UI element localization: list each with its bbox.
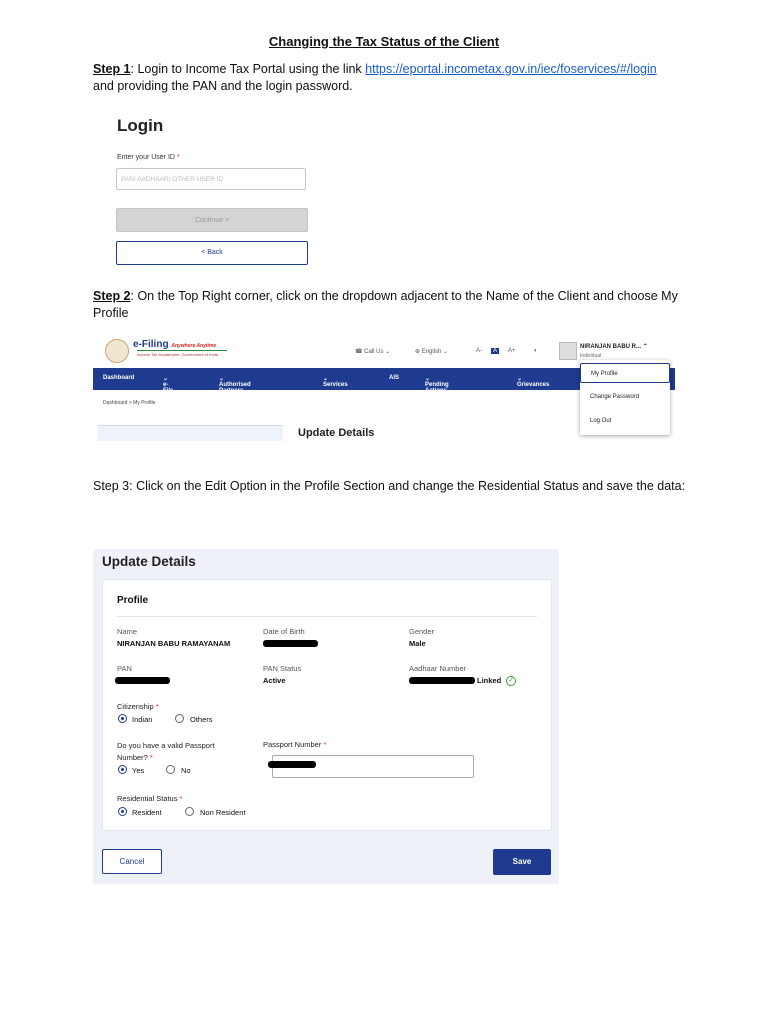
gender-label: Gender (409, 627, 435, 636)
passport-no-label: No (181, 766, 191, 775)
call-us-menu[interactable]: ☎ Call Us ⌄ (355, 348, 390, 355)
user-id-input[interactable]: PAN/ AADHAAR/ OTHER USER ID (116, 168, 306, 190)
passport-redaction (268, 761, 316, 768)
step2-paragraph: Step 2: On the Top Right corner, click o… (93, 288, 693, 322)
pan-label: PAN (117, 664, 132, 673)
citizenship-indian-label: Indian (132, 715, 153, 724)
nav-services[interactable]: Services ⌄ (323, 375, 348, 388)
citizenship-others-label: Others (190, 715, 213, 724)
contrast-icon[interactable]: ◐ (534, 348, 538, 354)
update-details-screenshot: Update Details Profile Name NIRANJAN BAB… (93, 549, 559, 884)
chevron-up-icon: ⌃ (642, 344, 648, 350)
step1-text: : Login to Income Tax Portal using the l… (130, 62, 366, 76)
residential-status-label: Residential Status * (117, 794, 183, 803)
update-details-heading: Update Details (102, 554, 196, 569)
name-value: NIRANJAN BABU RAMAYANAM (117, 639, 231, 648)
logo-divider (137, 350, 227, 351)
passport-no-radio[interactable] (166, 765, 175, 774)
profile-card: Profile Name NIRANJAN BABU RAMAYANAM Dat… (102, 579, 552, 831)
aadhaar-label: Aadhaar Number (409, 664, 467, 673)
continue-button[interactable]: Continue > (116, 208, 308, 232)
menu-change-password[interactable]: Change Password (580, 387, 670, 407)
nav-pending-actions[interactable]: Pending Actions ⌄ (425, 375, 449, 394)
font-default-button[interactable]: A (491, 348, 500, 354)
resident-label: Resident (132, 808, 162, 817)
step2-label: Step 2 (93, 289, 131, 303)
passport-yes-radio[interactable] (118, 765, 127, 774)
user-type: Individual (580, 353, 602, 359)
nav-grievances[interactable]: Grievances ⌄ (517, 375, 549, 388)
emblem-icon (105, 339, 129, 363)
portal-page-heading: Update Details (298, 427, 375, 439)
pan-status-label: PAN Status (263, 664, 302, 673)
nav-efile[interactable]: e-File ⌄ (163, 375, 173, 394)
citizenship-indian-radio[interactable] (118, 714, 127, 723)
step1-label: Step 1 (93, 62, 131, 76)
passport-number-label: Passport Number * (263, 740, 327, 749)
aadhaar-redaction (409, 677, 475, 684)
aadhaar-linked-text: Linked (477, 676, 502, 685)
non-resident-label: Non Resident (200, 808, 246, 817)
breadcrumb: Dashboard > My Profile (103, 400, 156, 406)
check-circle-icon: ✓ (506, 676, 516, 686)
pan-status-value: Active (263, 676, 286, 685)
font-decrease-button[interactable]: A- (476, 348, 482, 354)
save-button[interactable]: Save (493, 849, 551, 875)
dob-label: Date of Birth (263, 627, 305, 636)
nav-dashboard[interactable]: Dashboard (103, 375, 134, 381)
profile-side-panel (98, 425, 283, 441)
menu-my-profile[interactable]: My Profile (580, 363, 670, 383)
name-label: Name (117, 627, 138, 636)
back-button[interactable]: < Back (116, 241, 308, 265)
profile-section-title: Profile (117, 595, 149, 606)
portal-screenshot: e-Filing Anywhere Anytime Income Tax Dep… (93, 335, 675, 441)
login-title: Login (117, 116, 164, 135)
step3-paragraph: Step 3: Click on the Edit Option in the … (93, 479, 686, 493)
menu-log-out[interactable]: Log Out (580, 411, 670, 431)
citizenship-others-radio[interactable] (175, 714, 184, 723)
user-avatar (559, 342, 577, 360)
citizenship-label: Citizenship * (117, 702, 159, 711)
efiling-logo: e-Filing Anywhere Anytime (133, 339, 217, 350)
nav-ais[interactable]: AIS (389, 375, 399, 381)
phone-icon: ☎ (355, 349, 363, 355)
portal-login-link[interactable]: https://eportal.incometax.gov.in/iec/fos… (365, 62, 657, 76)
section-divider (117, 616, 537, 617)
cancel-button[interactable]: Cancel (102, 849, 162, 874)
font-increase-button[interactable]: A+ (508, 348, 516, 354)
resident-radio[interactable] (118, 807, 127, 816)
language-menu[interactable]: ⊕ English ⌄ (415, 348, 448, 355)
non-resident-radio[interactable] (185, 807, 194, 816)
passport-question-label: Do you have a valid Passport Number? * (117, 741, 215, 762)
login-screenshot: Login Enter your User ID * PAN/ AADHAAR/… (105, 108, 320, 273)
gender-value: Male (409, 639, 426, 648)
globe-icon: ⊕ (415, 349, 421, 355)
passport-yes-label: Yes (132, 766, 145, 775)
document-title: Changing the Tax Status of the Client (268, 34, 500, 49)
user-id-label: Enter your User ID * (117, 154, 180, 161)
step1-text-continued: and providing the PAN and the login pass… (93, 79, 353, 93)
step2-text: : On the Top Right corner, click on the … (93, 289, 678, 320)
user-name-dropdown[interactable]: NIRANJAN BABU R... ⌃ (580, 343, 648, 350)
user-dropdown-menu: My Profile Change Password Log Out (580, 360, 670, 435)
logo-subtitle: Income Tax Department, Government of Ind… (137, 352, 218, 357)
step1-paragraph: Step 1: Login to Income Tax Portal using… (93, 61, 693, 95)
pan-redaction (115, 677, 170, 684)
nav-authorised-partners[interactable]: Authorised Partners ⌄ (219, 375, 251, 394)
dob-redaction (263, 640, 318, 647)
